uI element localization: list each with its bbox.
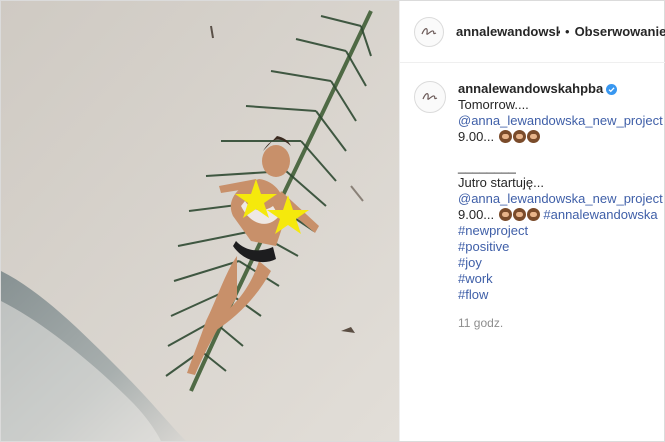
hashtag-link[interactable]: #work <box>458 271 663 287</box>
caption-body: annalewandowskahpba Tomorrow.... @anna_l… <box>458 81 663 331</box>
avatar[interactable] <box>414 16 444 47</box>
signature-logo-icon <box>421 27 437 35</box>
caption-block: annalewandowskahpba Tomorrow.... @anna_l… <box>400 63 665 331</box>
caption-avatar[interactable] <box>414 81 446 113</box>
beach-photo-illustration <box>1 1 399 441</box>
monkey-emoji-icon <box>526 130 540 143</box>
monkey-emoji-icon <box>512 130 526 143</box>
post-photo[interactable] <box>1 1 399 441</box>
caption-line: 9.00... #annalewandowska <box>458 207 663 223</box>
hashtag-link[interactable]: #joy <box>458 255 663 271</box>
signature-logo-icon <box>422 93 438 100</box>
mention-link[interactable]: @anna_lewandowska_new_project <box>458 113 663 129</box>
monkey-emoji-icon <box>498 208 512 221</box>
post-header: annalewandowskahpba • Obserwowanie <box>400 1 665 63</box>
monkey-emoji-icon <box>526 208 540 221</box>
caption-line-text: 9.00... <box>458 129 495 144</box>
separator-dot: • <box>565 24 570 39</box>
caption-line: 9.00... <box>458 129 663 145</box>
hashtag-link[interactable]: #positive <box>458 239 663 255</box>
caption-user-row: annalewandowskahpba <box>458 81 663 97</box>
hashtag-link[interactable]: #flow <box>458 287 663 303</box>
post-timestamp[interactable]: 11 godz. <box>458 315 663 331</box>
monkey-emoji-icon <box>512 208 526 221</box>
verified-badge-icon <box>606 83 618 95</box>
post-sidebar: annalewandowskahpba • Obserwowanie annal… <box>399 1 665 441</box>
monkey-emoji-icon <box>498 130 512 143</box>
hashtag-link[interactable]: #newproject <box>458 223 663 239</box>
caption-line: Tomorrow.... <box>458 97 529 112</box>
mention-link[interactable]: @anna_lewandowska_new_project <box>458 191 663 207</box>
header-username[interactable]: annalewandowskahpba <box>456 24 560 39</box>
instagram-post: annalewandowskahpba • Obserwowanie annal… <box>0 0 665 442</box>
caption-username[interactable]: annalewandowskahpba <box>458 81 603 97</box>
caption-divider-line: ________ <box>458 159 516 174</box>
following-button[interactable]: Obserwowanie <box>575 24 665 39</box>
caption-line: Jutro startuję... <box>458 175 544 190</box>
hashtag-link[interactable]: #annalewandowska <box>543 207 657 222</box>
caption-line-text: 9.00... <box>458 207 495 222</box>
